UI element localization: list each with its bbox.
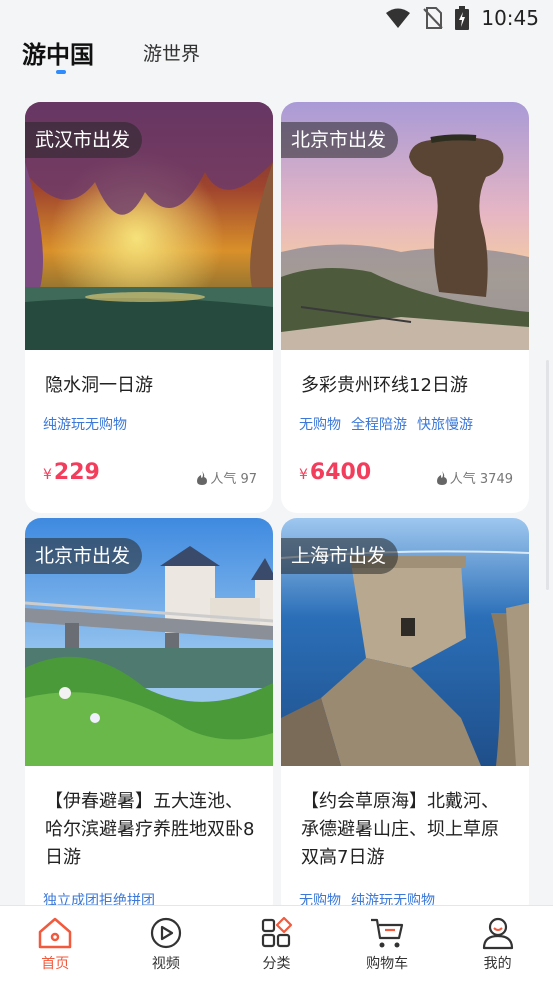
popularity: 人气 97 — [196, 468, 257, 487]
product-image: 武汉市出发 — [25, 102, 273, 350]
product-card[interactable]: 上海市出发 【约会草原海】北戴河、承德避暑山庄、坝上草原双高7日游 无购物 纯游… — [281, 518, 529, 905]
nav-video[interactable]: 视频 — [111, 906, 222, 983]
cart-icon — [371, 918, 404, 948]
nav-label: 购物车 — [366, 956, 409, 972]
flame-icon — [436, 470, 447, 485]
nav-label: 分类 — [262, 956, 291, 972]
product-image: 北京市出发 — [281, 102, 529, 350]
nav-profile[interactable]: 我的 — [442, 906, 553, 983]
status-time: 10:45 — [481, 6, 539, 30]
departure-badge: 上海市出发 — [281, 538, 399, 574]
tag: 快旅慢游 — [417, 417, 473, 433]
nav-label: 视频 — [151, 956, 180, 972]
no-sim-icon — [423, 7, 444, 29]
tab-indicator — [56, 70, 66, 74]
popularity: 人气 3749 — [436, 468, 513, 487]
product-grid: 武汉市出发 隐水洞一日游 纯游玩无购物 ¥229 人气 97 北京市出发 多彩贵… — [0, 90, 553, 905]
play-icon — [150, 917, 181, 949]
top-tabs: 游中国 游世界 — [0, 30, 553, 90]
departure-badge: 武汉市出发 — [25, 122, 143, 158]
profile-icon — [482, 917, 513, 950]
nav-category[interactable]: 分类 — [221, 906, 332, 983]
tag: 独立成团拒绝拼团 — [43, 893, 155, 905]
category-icon — [262, 916, 293, 948]
price: ¥6400 — [299, 460, 372, 485]
tag: 无购物 — [299, 417, 341, 433]
bottom-nav: 首页 视频 分类 购物车 我的 — [0, 905, 553, 983]
battery-charging-icon — [455, 6, 470, 30]
nav-label: 我的 — [483, 956, 512, 972]
nav-home[interactable]: 首页 — [0, 906, 111, 983]
tag-list: 无购物 纯游玩无购物 — [281, 890, 529, 905]
product-image: 北京市出发 — [25, 518, 273, 766]
scrollbar[interactable] — [546, 360, 549, 590]
wifi-icon — [386, 8, 411, 28]
tag: 全程陪游 — [351, 417, 407, 433]
nav-cart[interactable]: 购物车 — [332, 906, 443, 983]
departure-badge: 北京市出发 — [281, 122, 399, 158]
tag: 纯游玩无购物 — [351, 893, 435, 905]
departure-badge: 北京市出发 — [25, 538, 143, 574]
product-image: 上海市出发 — [281, 518, 529, 766]
home-icon — [39, 917, 72, 949]
product-card[interactable]: 北京市出发 【伊春避暑】五大连池、哈尔滨避暑疗养胜地双卧8日游 独立成团拒绝拼团 — [25, 518, 273, 905]
tag-list: 纯游玩无购物 — [25, 414, 273, 434]
tag: 纯游玩无购物 — [43, 417, 127, 433]
product-title: 【伊春避暑】五大连池、哈尔滨避暑疗养胜地双卧8日游 — [45, 791, 255, 868]
tab-domestic[interactable]: 游中国 — [22, 35, 94, 70]
tab-world[interactable]: 游世界 — [143, 39, 200, 66]
tag: 无购物 — [299, 893, 341, 905]
tag-list: 无购物 全程陪游 快旅慢游 — [281, 414, 529, 434]
flame-icon — [197, 470, 208, 485]
product-card[interactable]: 武汉市出发 隐水洞一日游 纯游玩无购物 ¥229 人气 97 — [25, 102, 273, 513]
price: ¥229 — [43, 460, 100, 485]
tag-list: 独立成团拒绝拼团 — [25, 890, 273, 905]
product-card[interactable]: 北京市出发 多彩贵州环线12日游 无购物 全程陪游 快旅慢游 ¥6400 人气 … — [281, 102, 529, 513]
product-title: 隐水洞一日游 — [45, 375, 153, 396]
product-title: 多彩贵州环线12日游 — [301, 375, 468, 396]
nav-label: 首页 — [41, 956, 70, 972]
product-title: 【约会草原海】北戴河、承德避暑山庄、坝上草原双高7日游 — [301, 791, 499, 868]
